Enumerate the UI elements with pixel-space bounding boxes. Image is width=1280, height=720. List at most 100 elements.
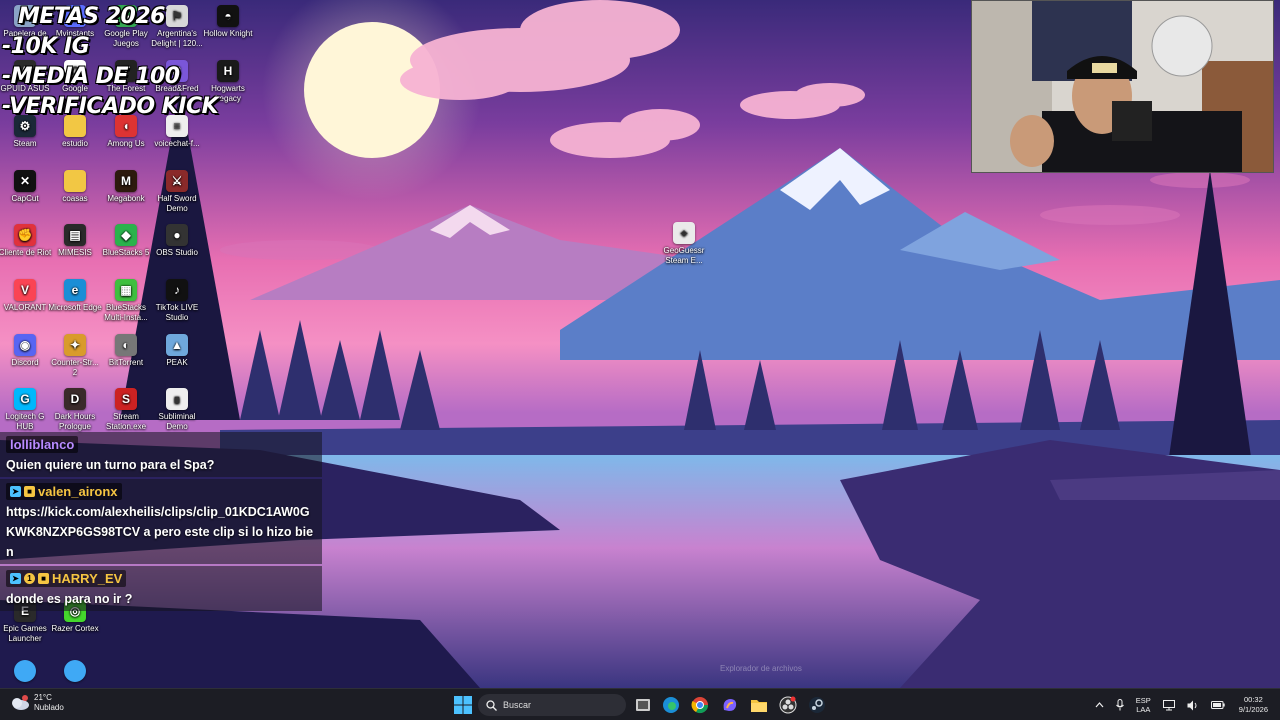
desktop-icon[interactable]	[0, 660, 52, 684]
desktop-icon-label: Cliente de Riot	[0, 248, 52, 257]
chrome-icon[interactable]	[690, 695, 710, 715]
subscriber-badge-icon: ■	[24, 486, 35, 497]
desktop-icon[interactable]: ◉ Discord	[0, 334, 52, 368]
stream-goals-overlay: METAS 2026 -10K IG -MEDIA DE 100 -VERIFI…	[2, 2, 219, 122]
layout-code: LAA	[1136, 705, 1151, 714]
search-placeholder: Buscar	[503, 700, 532, 710]
copilot-icon[interactable]	[720, 695, 740, 715]
desktop-icon-label: GeoGuessr Steam E...	[663, 246, 705, 265]
desktop-icon[interactable]: ✊ Cliente de Riot	[0, 224, 52, 258]
chevron-up-icon[interactable]	[1095, 702, 1104, 708]
desktop-icon[interactable]: coasas	[48, 170, 102, 204]
desktop-icon[interactable]: ▤ MIMESIS	[48, 224, 102, 258]
chat-username: lolliblanco	[6, 436, 79, 453]
volume-icon[interactable]	[1187, 700, 1199, 711]
taskbar: 21°C Nublado Buscar ESP LAA 00:32 9/1/20…	[0, 688, 1280, 720]
steam-icon[interactable]	[807, 695, 827, 715]
desktop-icon[interactable]: ▦ BlueStacks Multi-Insta...	[99, 279, 153, 323]
desktop-icon-label: MIMESIS	[58, 248, 92, 257]
bluestacks-icon: ◆	[115, 224, 137, 246]
tooltip-text: Explorador de archivos	[720, 664, 802, 673]
desktop-icon-label: estudio	[62, 139, 88, 148]
desktop-icon-label: VALORANT	[3, 303, 47, 312]
goal-item: -MEDIA DE 100	[2, 64, 180, 89]
chat-message: ➤ ■ valen_aironx https://kick.com/alexhe…	[0, 479, 322, 564]
desktop-icon[interactable]: D Dark Hours Prologue	[48, 388, 102, 432]
windows-start-icon[interactable]	[454, 696, 472, 714]
webcam-feed	[971, 0, 1274, 173]
gift-badge-icon: 1	[24, 573, 35, 584]
tiktok-icon: ♪	[166, 279, 188, 301]
stream-chat-overlay: lolliblanco Quien quiere un turno para e…	[0, 432, 322, 613]
discord-icon: ◉	[14, 334, 36, 356]
desktop-icon[interactable]: ● OBS Studio	[150, 224, 204, 258]
desktop-icon[interactable]: ▲ PEAK	[150, 334, 204, 368]
desktop-icon-label: Steam	[13, 139, 37, 148]
microphone-icon[interactable]	[1115, 699, 1124, 711]
obs-icon[interactable]	[778, 695, 798, 715]
logitech-icon: G	[14, 388, 36, 410]
goals-title: METAS 2026	[18, 4, 165, 29]
desktop-icon[interactable]: ♪ TikTok LIVE Studio	[150, 279, 204, 323]
desktop-icon-label: CapCut	[11, 194, 39, 203]
folder-icon	[64, 170, 86, 192]
task-view-icon[interactable]	[633, 695, 653, 715]
battery-icon[interactable]	[1210, 701, 1225, 709]
desktop-icon[interactable]: ◐ BitTorrent	[99, 334, 153, 368]
username-text: HARRY_EV	[52, 571, 123, 586]
subscriber-badge-icon: ■	[38, 573, 49, 584]
desktop-icon[interactable]: ◆ BlueStacks 5	[99, 224, 153, 258]
valorant-icon: V	[14, 279, 36, 301]
hogwarts-icon: H	[217, 60, 239, 82]
system-tray: ESP LAA 00:32 9/1/2026	[1089, 689, 1280, 720]
desktop-icon-label: coasas	[62, 194, 88, 203]
megabonk-icon: M	[115, 170, 137, 192]
desktop-icon-label: Among Us	[107, 139, 145, 148]
desktop-icon[interactable]: M Megabonk	[99, 170, 153, 204]
desktop-icon-label: BlueStacks Multi-Insta...	[104, 303, 148, 322]
desktop-icon[interactable]: G Logitech G HUB	[0, 388, 52, 432]
desktop-icon[interactable]: ∎ Subliminal Demo	[150, 388, 204, 432]
peak-icon: ▲	[166, 334, 188, 356]
goal-item: -10K IG	[2, 34, 90, 59]
network-icon[interactable]	[1162, 699, 1175, 711]
username-text: lolliblanco	[10, 437, 75, 452]
chat-username: ➤ 1 ■ HARRY_EV	[6, 570, 127, 587]
weather-widget[interactable]: 21°C Nublado	[10, 693, 64, 713]
desktop-icon-label: Half Sword Demo	[157, 194, 197, 213]
desktop-icon-label: Razer Cortex	[51, 624, 99, 633]
desktop-icon[interactable]: ⚔ Half Sword Demo	[150, 170, 204, 214]
cloudy-weather-icon	[12, 695, 29, 710]
desktop-icon-label: Counter-Str... 2	[51, 358, 99, 377]
riot-icon: ✊	[14, 224, 36, 246]
taskbar-search-box[interactable]: Buscar	[478, 694, 626, 716]
edge-icon[interactable]	[661, 695, 681, 715]
chat-username: ➤ ■ valen_aironx	[6, 483, 122, 500]
desktop-icon-label: Epic Games Launcher	[3, 624, 47, 643]
bluestacks-multi-icon: ▦	[115, 279, 137, 301]
username-text: valen_aironx	[38, 484, 118, 499]
desktop-icon[interactable]: V VALORANT	[0, 279, 52, 313]
desktop-icon[interactable]: ⌖ GeoGuessr Steam E...	[657, 222, 711, 266]
file-explorer-icon[interactable]	[749, 695, 769, 715]
subliminal-icon: ∎	[166, 388, 188, 410]
weather-description: Nublado	[34, 703, 64, 712]
desktop-icon-label: Dark Hours Prologue	[54, 412, 96, 431]
chat-message-text: Quien quiere un turno para el Spa?	[6, 458, 215, 472]
clock-date: 9/1/2026	[1238, 705, 1268, 714]
desktop-icon[interactable]: ✕ CapCut	[0, 170, 52, 204]
chat-message-text: donde es para no ir ?	[6, 592, 133, 606]
desktop-icon-label: Discord	[11, 358, 39, 367]
system-clock[interactable]: 00:32 9/1/2026	[1239, 695, 1268, 715]
desktop-icon-label: PEAK	[166, 358, 188, 367]
language-indicator[interactable]: ESP LAA	[1136, 696, 1151, 714]
desktop-icon[interactable]: ✦ Counter-Str... 2	[48, 334, 102, 378]
desktop-icon[interactable]: e Microsoft Edge	[48, 279, 102, 313]
desktop-icon-label: Stream Station.exe	[105, 412, 147, 431]
desktop-icon-label: Logitech G HUB	[5, 412, 45, 431]
geoguessr-icon: ⌖	[673, 222, 695, 244]
desktop-icon[interactable]: S Stream Station.exe	[99, 388, 153, 432]
bittorrent-icon: ◐	[115, 334, 137, 356]
chat-message-text: https://kick.com/alexheilis/clips/clip_0…	[6, 505, 314, 559]
desktop-icon[interactable]	[48, 660, 102, 684]
